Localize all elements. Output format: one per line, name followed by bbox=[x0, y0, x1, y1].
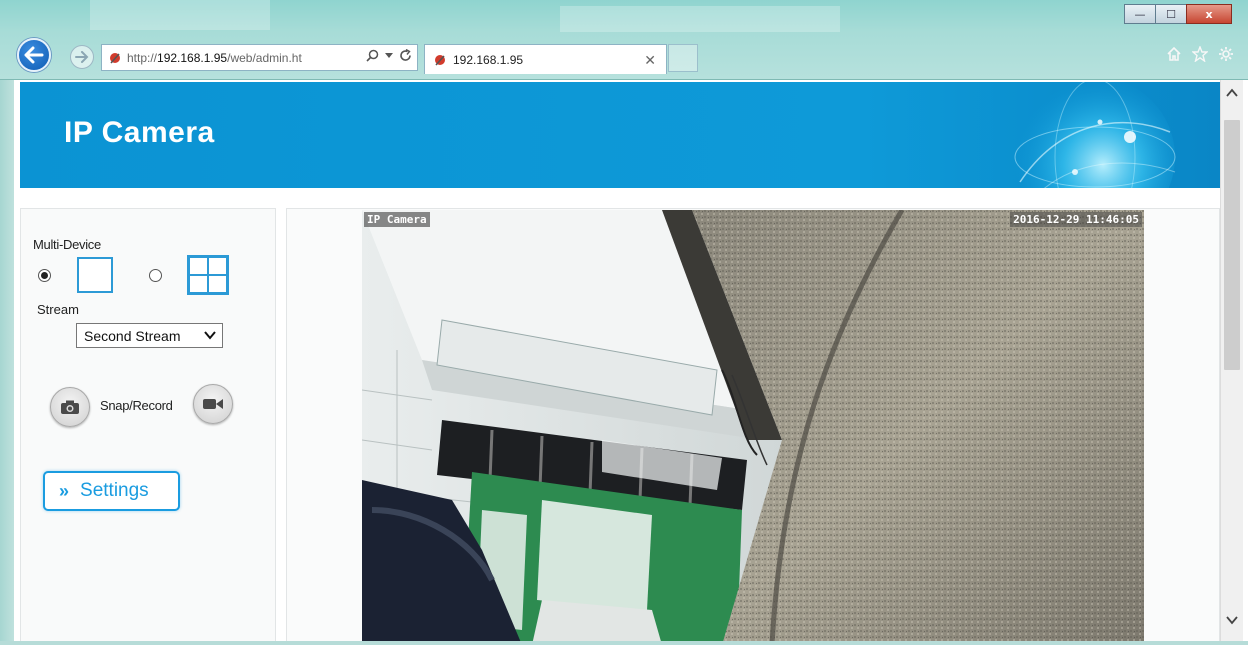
single-view-radio[interactable] bbox=[38, 269, 51, 282]
globe-graphic bbox=[1014, 82, 1176, 188]
page-title: IP Camera bbox=[64, 116, 215, 149]
record-button[interactable] bbox=[193, 384, 233, 424]
scroll-down-icon[interactable] bbox=[1226, 615, 1238, 625]
quad-view-icon[interactable] bbox=[187, 255, 229, 295]
maximize-button[interactable]: ☐ bbox=[1155, 4, 1187, 24]
snap-record-label: Snap/Record bbox=[100, 398, 173, 413]
single-view-icon[interactable] bbox=[77, 257, 113, 293]
background-blur bbox=[90, 0, 270, 30]
gear-icon[interactable] bbox=[1218, 46, 1234, 62]
video-overlay-timestamp: 2016-12-29 11:46:05 bbox=[1010, 212, 1142, 227]
address-bar[interactable]: http://192.168.1.95/web/admin.ht bbox=[101, 44, 418, 71]
back-button[interactable] bbox=[17, 38, 51, 72]
home-icon[interactable] bbox=[1166, 46, 1182, 62]
quad-cell bbox=[208, 275, 227, 293]
quad-view-radio[interactable] bbox=[149, 269, 162, 282]
refresh-icon[interactable] bbox=[399, 49, 412, 62]
camera-image bbox=[362, 210, 1144, 645]
camera-icon bbox=[61, 400, 79, 414]
quad-cell bbox=[189, 257, 208, 275]
window-controls: — ☐ x bbox=[1124, 4, 1232, 24]
minimize-button[interactable]: — bbox=[1124, 4, 1156, 24]
scrollbar-thumb[interactable] bbox=[1224, 120, 1240, 370]
window-frame bbox=[0, 80, 14, 645]
video-camera-icon bbox=[203, 399, 223, 409]
search-icon[interactable] bbox=[366, 49, 379, 62]
browser-tab[interactable]: 192.168.1.95 ✕ bbox=[424, 44, 667, 74]
chevron-down-icon bbox=[204, 331, 216, 340]
page-content: IP Camera Multi-Device Stream Second Str… bbox=[14, 80, 1220, 645]
stream-label: Stream bbox=[37, 302, 79, 317]
arrow-right-icon bbox=[75, 51, 89, 63]
browser-chrome: — ☐ x http://192.168.1.95/web/admin.ht 1… bbox=[0, 0, 1248, 80]
dropdown-arrow-icon[interactable] bbox=[385, 52, 393, 59]
video-feed[interactable]: IP Camera 2016-12-29 11:46:05 bbox=[362, 210, 1144, 645]
url-host: 192.168.1.95 bbox=[157, 50, 228, 65]
close-tab-icon[interactable]: ✕ bbox=[644, 52, 656, 69]
snapshot-button[interactable] bbox=[50, 387, 90, 427]
control-panel: Multi-Device Stream Second Stream Snap/R… bbox=[20, 208, 276, 645]
double-chevron-right-icon: » bbox=[59, 480, 69, 501]
page-icon bbox=[110, 52, 120, 63]
arrow-left-icon bbox=[24, 46, 44, 64]
tab-title: 192.168.1.95 bbox=[453, 52, 524, 67]
background-blur bbox=[560, 6, 840, 32]
stream-select[interactable]: Second Stream bbox=[76, 323, 223, 348]
stream-selected-value: Second Stream bbox=[84, 327, 181, 344]
vertical-scrollbar[interactable] bbox=[1220, 80, 1243, 645]
quad-cell bbox=[208, 257, 227, 275]
close-window-button[interactable]: x bbox=[1186, 4, 1232, 24]
browser-toolbar bbox=[1166, 46, 1234, 62]
settings-button[interactable]: » Settings bbox=[43, 471, 180, 511]
quad-cell bbox=[189, 275, 208, 293]
forward-button[interactable] bbox=[70, 45, 94, 69]
radio-dot bbox=[41, 272, 48, 279]
video-overlay-name: IP Camera bbox=[364, 212, 430, 227]
scroll-up-icon[interactable] bbox=[1226, 88, 1238, 98]
new-tab-button[interactable] bbox=[668, 44, 698, 72]
page-icon bbox=[435, 54, 445, 65]
header-banner: IP Camera bbox=[20, 82, 1220, 188]
url-path: /web/admin.ht bbox=[227, 50, 302, 65]
window-frame bbox=[0, 641, 1248, 645]
star-icon[interactable] bbox=[1192, 46, 1208, 62]
multi-device-label: Multi-Device bbox=[33, 237, 101, 252]
url-prefix: http:// bbox=[127, 50, 158, 65]
settings-label: Settings bbox=[80, 480, 149, 501]
address-controls bbox=[366, 49, 412, 62]
